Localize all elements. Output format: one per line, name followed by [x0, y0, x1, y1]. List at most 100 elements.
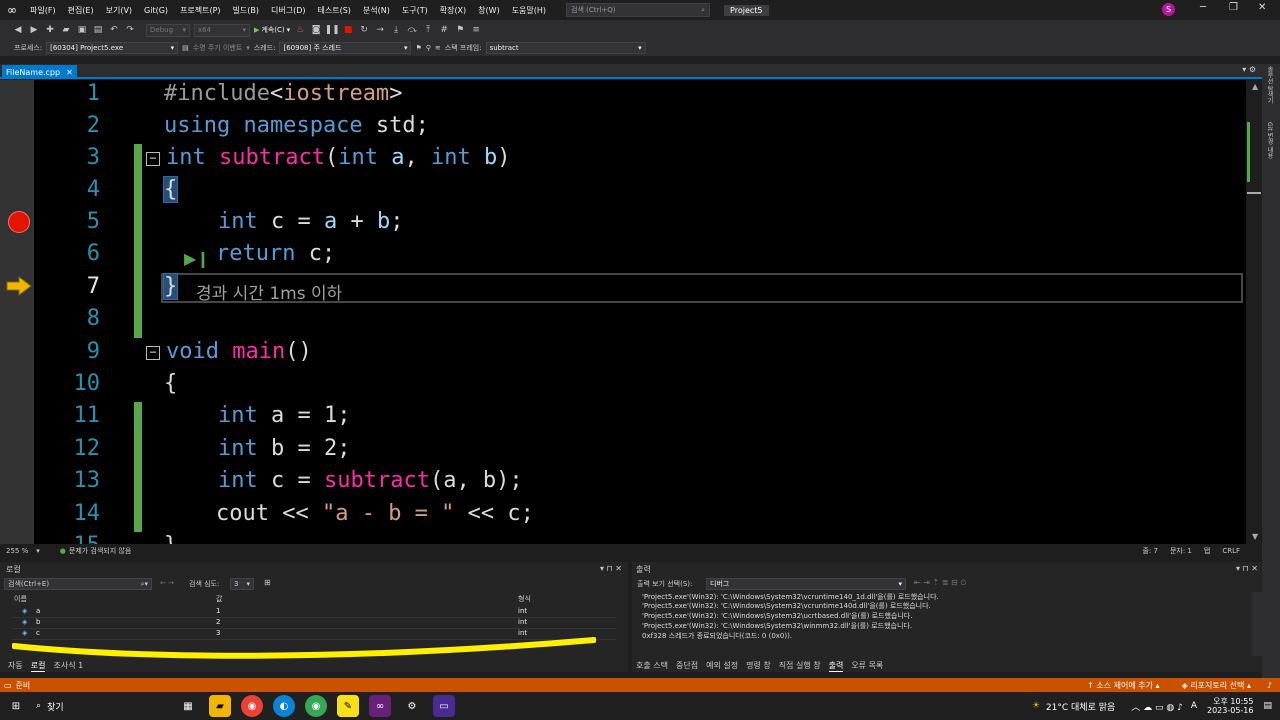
flag-icon[interactable]: ⚑: [415, 44, 421, 52]
process-select[interactable]: [60304] Project5.exe ▾: [46, 42, 179, 54]
git-changes-tab[interactable]: Git 변경 내용: [1265, 122, 1274, 158]
issues-indicator[interactable]: 문제가 검색되지 않음: [69, 546, 131, 556]
collapse-icon[interactable]: −: [146, 152, 160, 166]
search-depth-select[interactable]: 3 ▾: [230, 578, 254, 590]
weather-text[interactable]: 21°C 대체로 맑음: [1046, 700, 1115, 713]
taskbar-search[interactable]: ⌕ 찾기: [32, 695, 172, 717]
run-to-click-icon[interactable]: ▶❙: [184, 249, 210, 268]
hex-display-icon[interactable]: ⊞: [264, 578, 271, 587]
input-language[interactable]: A: [1191, 701, 1197, 711]
tab-exception-settings[interactable]: 예외 설정: [706, 660, 738, 672]
hot-reload-icon[interactable]: ♨: [294, 24, 306, 36]
tab-autos[interactable]: 자동: [8, 660, 23, 672]
step-into-icon[interactable]: ⤓: [390, 24, 402, 36]
tab-command-window[interactable]: 명령 창: [746, 660, 771, 672]
solution-explorer-tab[interactable]: 솔루션 탐색기: [1265, 66, 1274, 104]
edge-icon[interactable]: ◐: [273, 695, 295, 717]
bookmark-icon[interactable]: ⚑: [454, 24, 466, 36]
menu-window[interactable]: 창(W): [472, 5, 506, 16]
menu-project[interactable]: 프로젝트(P): [174, 5, 227, 16]
thread-select[interactable]: [60908] 주 스레드 ▾: [279, 42, 412, 54]
nav-arrows-icon[interactable]: ← →: [160, 579, 174, 587]
back-icon[interactable]: ◀: [12, 24, 24, 36]
show-next-statement-icon[interactable]: →: [374, 24, 386, 36]
tab-breakpoints[interactable]: 중단점: [676, 660, 698, 672]
menu-debug[interactable]: 디버그(D): [265, 5, 311, 16]
settings-icon[interactable]: ⚙: [401, 695, 423, 717]
menu-extensions[interactable]: 확장(X): [434, 5, 472, 16]
open-folder-icon[interactable]: ▰: [60, 24, 72, 36]
source-control-button[interactable]: ↑ 소스 제어에 추가 ▴: [1087, 680, 1159, 691]
output-toolbar-icons[interactable]: ⇤ ⇥ ⇡ ≣ ⊟ ⏲: [914, 578, 966, 588]
menu-file[interactable]: 파일(F): [24, 5, 62, 16]
stop-icon[interactable]: ■: [342, 24, 354, 36]
table-row[interactable]: ◈ a 1 int: [12, 607, 616, 618]
menu-test[interactable]: 테스트(S): [312, 5, 357, 16]
panel-pin-icon[interactable]: ▾ ⊓ ✕: [600, 564, 622, 573]
tray-icons[interactable]: ︿ ☁ ▭ ◍ ♪: [1131, 700, 1183, 713]
redo-icon[interactable]: ↷: [124, 24, 136, 36]
breakpoint-icon[interactable]: [8, 211, 30, 233]
chrome-icon[interactable]: ◉: [241, 695, 263, 717]
col-type[interactable]: 형식: [518, 594, 531, 604]
comment-icon[interactable]: ≡: [470, 24, 482, 36]
step-over-icon[interactable]: ⤼: [406, 24, 418, 36]
editor-vertical-scrollbar[interactable]: ▲ ▼: [1246, 80, 1262, 544]
menu-analyze[interactable]: 분석(N): [357, 5, 396, 16]
tab-call-stack[interactable]: 호출 스택: [636, 660, 668, 672]
save-all-icon[interactable]: ▤: [92, 24, 104, 36]
new-project-icon[interactable]: ✚: [44, 24, 56, 36]
minimize-icon[interactable]: ─: [1200, 2, 1206, 13]
table-row[interactable]: ◈ b 2 int: [12, 618, 616, 629]
save-icon[interactable]: ▣: [76, 24, 88, 36]
file-explorer-icon[interactable]: ▰: [209, 695, 231, 717]
code-editor[interactable]: 1 2 3 4 5 6 7 8 9 10 11 12 13 14 15 − − …: [0, 80, 1246, 544]
menu-tools[interactable]: 도구(T): [396, 5, 434, 16]
output-source-select[interactable]: 디버그 ▾: [706, 578, 906, 590]
global-search-box[interactable]: 검색 (Ctrl+Q) ⌕: [566, 3, 711, 17]
notification-center-icon[interactable]: ▤: [1263, 701, 1272, 711]
configuration-select[interactable]: Debug ▾: [146, 23, 190, 37]
perf-tip[interactable]: 경과 시간 1ms 이하: [196, 279, 342, 304]
forward-icon[interactable]: ▶: [28, 24, 40, 36]
collapse-icon[interactable]: −: [146, 346, 160, 360]
tab-watch-1[interactable]: 조사식 1: [53, 660, 83, 672]
task-view-icon[interactable]: ▦: [177, 695, 199, 717]
glyph-margin[interactable]: [0, 80, 34, 544]
pause-icon[interactable]: ❚❚: [325, 24, 340, 36]
menu-view[interactable]: 보기(V): [100, 5, 138, 16]
chrome-profile-icon[interactable]: ◉: [305, 695, 327, 717]
zoom-level[interactable]: 255 %: [6, 547, 28, 555]
undo-icon[interactable]: ↶: [108, 24, 120, 36]
output-scrollbar[interactable]: [1252, 592, 1262, 656]
menu-build[interactable]: 빌드(B): [227, 5, 265, 16]
col-name[interactable]: 이름: [14, 594, 27, 604]
pin-icon[interactable]: ✕: [66, 68, 73, 77]
tab-immediate-window[interactable]: 직접 실행 창: [779, 660, 821, 672]
tab-dropdown-icon[interactable]: ▾ ⚙: [1242, 65, 1256, 74]
repository-button[interactable]: ◈ 리포지토리 선택 ▴: [1182, 680, 1251, 691]
tab-output[interactable]: 출력: [828, 660, 844, 672]
locals-search-input[interactable]: 검색(Ctrl+E) ⌕▾: [4, 578, 152, 590]
platform-select[interactable]: x64 ▾: [194, 23, 250, 37]
hex-icon[interactable]: #: [438, 24, 450, 36]
windows-start-icon[interactable]: ⊞: [5, 695, 27, 717]
col-value[interactable]: 값: [216, 594, 222, 604]
restart-icon[interactable]: ↻: [358, 24, 370, 36]
maximize-icon[interactable]: ❐: [1229, 2, 1238, 13]
close-icon[interactable]: ✕: [1258, 2, 1266, 13]
filter-icon[interactable]: ⚲: [426, 44, 431, 52]
notes-icon[interactable]: ✎: [337, 695, 359, 717]
continue-button[interactable]: ▶ 계속(C) ▾: [254, 25, 290, 35]
camera-icon[interactable]: ◙: [310, 24, 322, 36]
tab-filename-cpp[interactable]: FileName.cpp ✕: [2, 65, 77, 79]
menu-edit[interactable]: 편집(E): [62, 5, 100, 16]
clock[interactable]: 오후 10:55 2023-05-16: [1207, 697, 1254, 715]
panel-pin-icon[interactable]: ▾ ⊓ ✕: [1236, 564, 1258, 573]
tab-error-list[interactable]: 오류 목록: [851, 660, 883, 672]
terminal-icon[interactable]: ▭: [433, 695, 455, 717]
step-out-icon[interactable]: ⤒: [422, 24, 434, 36]
visual-studio-logo-icon[interactable]: ∞: [0, 0, 24, 20]
lifecycle-icon[interactable]: ▤: [182, 44, 189, 52]
notifications-icon[interactable]: ♪: [1267, 681, 1272, 690]
